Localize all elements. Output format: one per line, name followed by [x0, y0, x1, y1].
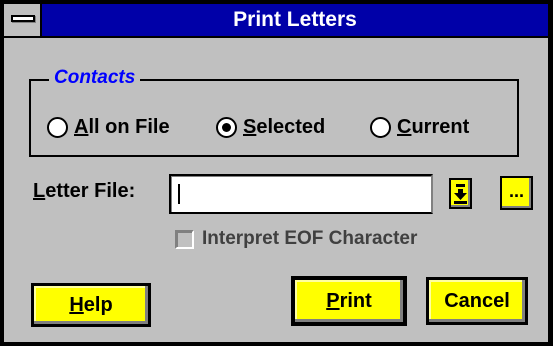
contacts-legend: Contacts — [49, 67, 141, 89]
help-button[interactable]: Help — [31, 283, 151, 327]
radio-current-label: Current — [397, 115, 470, 138]
text-caret — [178, 184, 180, 204]
checkbox-icon — [175, 229, 194, 249]
radio-selected[interactable]: Selected — [216, 114, 325, 140]
radio-current[interactable]: Current — [370, 114, 469, 140]
down-arrow-icon — [454, 184, 467, 204]
letter-file-label: Letter File: — [33, 180, 136, 202]
radio-all-on-file-label: All on File — [74, 115, 170, 138]
interpret-eof-checkbox[interactable]: Interpret EOF Character — [175, 228, 417, 250]
system-menu-button[interactable] — [4, 4, 42, 36]
cancel-button[interactable]: Cancel — [426, 277, 528, 325]
radio-all-on-file[interactable]: All on File — [47, 114, 170, 140]
letter-file-input[interactable] — [169, 174, 433, 214]
print-button[interactable]: Print — [291, 276, 407, 326]
radio-checked-icon — [216, 116, 237, 138]
radio-circle-icon — [47, 116, 68, 138]
radio-selected-label: Selected — [243, 115, 326, 138]
browse-button[interactable]: ... — [500, 176, 533, 210]
interpret-eof-label: Interpret EOF Character — [202, 228, 418, 249]
title-bar: Print Letters — [4, 4, 548, 38]
letter-file-dropdown-button[interactable] — [449, 178, 472, 209]
dialog-title: Print Letters — [233, 8, 357, 31]
system-menu-icon — [11, 15, 35, 22]
radio-circle-icon — [370, 116, 391, 138]
